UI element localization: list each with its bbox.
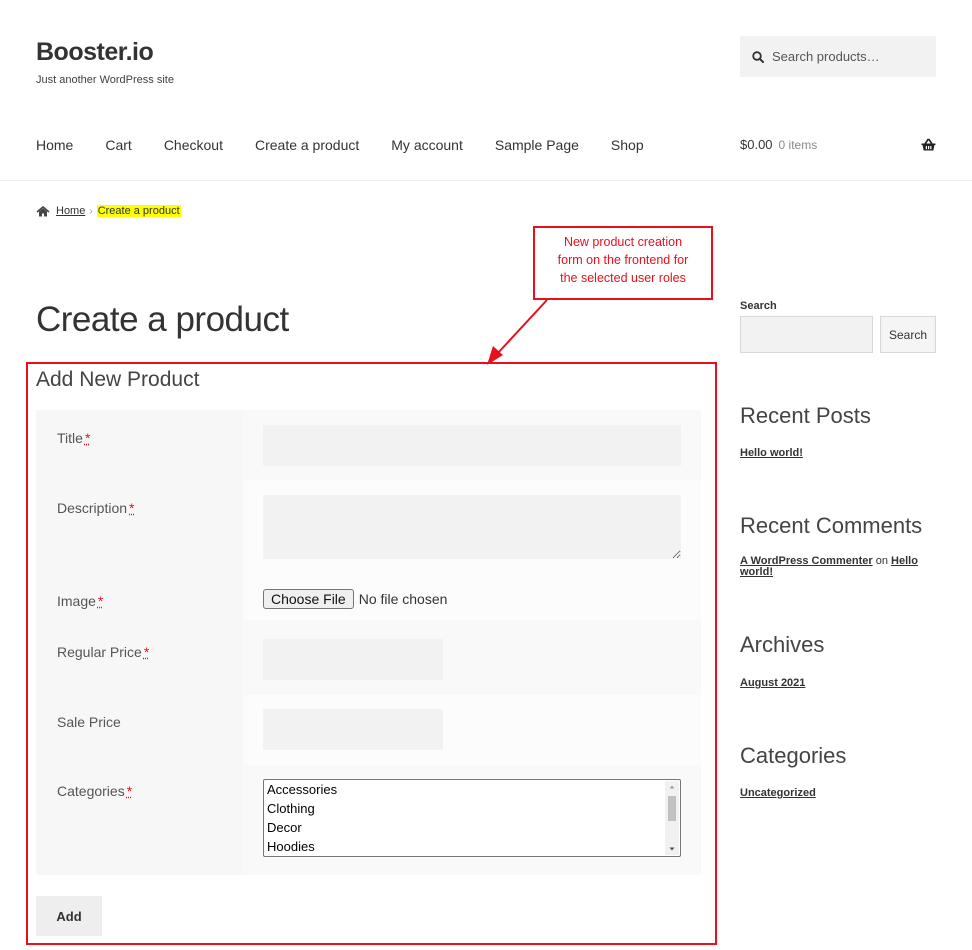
recent-posts-title: Recent Posts xyxy=(740,403,871,428)
recent-comment: A WordPress Commenter on Hello world! xyxy=(740,556,936,578)
categories-scrollbar[interactable] xyxy=(665,781,679,855)
home-icon xyxy=(36,205,50,216)
sale-price-input[interactable] xyxy=(263,709,443,750)
header-divider xyxy=(0,180,972,181)
form-heading: Add New Product xyxy=(36,368,200,391)
image-file-input: Choose File No file chosen xyxy=(263,589,447,609)
required-marker: * xyxy=(129,500,135,516)
breadcrumb: Home › Create a product xyxy=(36,205,181,217)
description-label: Description * xyxy=(57,500,135,516)
cart-amount: $0.00 xyxy=(740,137,773,152)
scrollbar-thumb[interactable] xyxy=(668,796,676,821)
header-cart[interactable]: $0.00 0 items xyxy=(740,137,936,152)
site-title[interactable]: Booster.io xyxy=(36,38,154,67)
categories-select[interactable]: Accessories Clothing Decor Hoodies xyxy=(263,779,681,857)
required-marker: * xyxy=(84,430,91,446)
regular-price-input[interactable] xyxy=(263,639,443,680)
annotation-line-2: form on the frontend for xyxy=(557,253,689,267)
site-tagline: Just another WordPress site xyxy=(36,74,174,86)
description-textarea[interactable] xyxy=(263,495,681,559)
category-option[interactable]: Hoodies xyxy=(264,837,680,856)
category-option[interactable]: Decor xyxy=(264,818,680,837)
annotation-line-1: New product creation xyxy=(563,235,683,249)
category-option[interactable]: Accessories xyxy=(264,780,680,799)
recent-comments-title: Recent Comments xyxy=(740,513,923,538)
nav-item-create-product[interactable]: Create a product xyxy=(255,137,359,153)
form-label-column xyxy=(36,410,243,875)
sidebar-search-button[interactable]: Search xyxy=(880,316,936,353)
add-product-button[interactable]: Add xyxy=(36,896,102,936)
category-option[interactable]: Clothing xyxy=(264,799,680,818)
breadcrumb-home[interactable]: Home xyxy=(56,205,85,217)
product-search-input[interactable] xyxy=(772,49,922,64)
sale-price-label: Sale Price xyxy=(57,714,121,730)
cart-count: 0 items xyxy=(778,137,818,152)
nav-item-my-account[interactable]: My account xyxy=(391,137,463,153)
annotation-callout: New product creation form on the fronten… xyxy=(533,226,713,300)
basket-icon[interactable] xyxy=(921,138,936,151)
regular-price-label: Regular Price * xyxy=(57,644,150,660)
search-icon xyxy=(752,50,764,63)
archives-title: Archives xyxy=(740,632,825,657)
scroll-down-icon[interactable] xyxy=(665,843,679,855)
required-marker: * xyxy=(143,644,150,660)
archive-link[interactable]: August 2021 xyxy=(740,677,805,689)
nav-item-sample-page[interactable]: Sample Page xyxy=(495,137,579,153)
breadcrumb-separator: › xyxy=(89,205,93,217)
scroll-up-icon[interactable] xyxy=(665,781,679,793)
required-marker: * xyxy=(126,783,133,799)
sidebar-search-label: Search xyxy=(740,300,777,312)
nav-item-checkout[interactable]: Checkout xyxy=(164,137,223,153)
image-label: Image * xyxy=(57,593,104,609)
page-title: Create a product xyxy=(36,300,289,339)
nav-item-shop[interactable]: Shop xyxy=(611,137,644,153)
annotation-line-3: the selected user roles xyxy=(560,271,686,285)
breadcrumb-current: Create a product xyxy=(96,205,181,217)
categories-widget-title: Categories xyxy=(740,743,847,768)
title-input[interactable] xyxy=(263,425,681,466)
recent-post-link[interactable]: Hello world! xyxy=(740,447,803,459)
nav-item-home[interactable]: Home xyxy=(36,137,73,153)
required-marker: * xyxy=(97,593,104,609)
title-label: Title * xyxy=(57,430,91,446)
file-status: No file chosen xyxy=(358,591,448,607)
product-search xyxy=(740,36,936,77)
comment-on-text: on xyxy=(875,555,888,567)
choose-file-button[interactable]: Choose File xyxy=(263,589,354,609)
sidebar-search-input[interactable] xyxy=(740,316,873,353)
primary-nav: Home Cart Checkout Create a product My a… xyxy=(36,137,676,153)
categories-label: Categories * xyxy=(57,783,133,799)
category-link[interactable]: Uncategorized xyxy=(740,787,816,799)
nav-item-cart[interactable]: Cart xyxy=(105,137,131,153)
